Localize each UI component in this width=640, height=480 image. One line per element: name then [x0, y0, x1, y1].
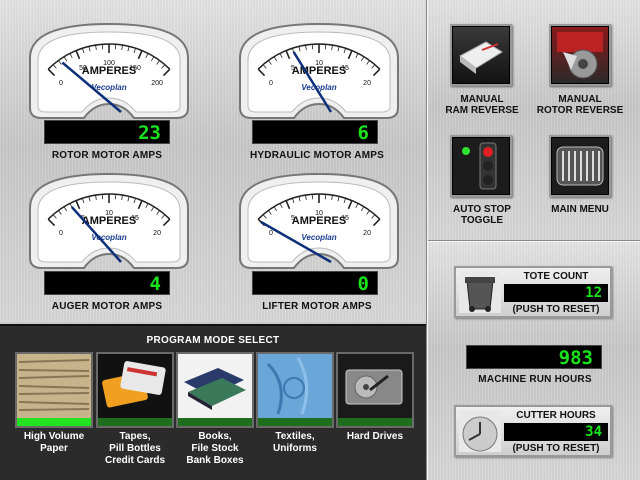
mode-hard-drives-caption: Hard Drives: [346, 431, 404, 442]
mode-high-volume-paper-button[interactable]: [15, 352, 93, 428]
auger-motor-amps-readout: 4: [44, 271, 170, 295]
textile-icon: [258, 354, 332, 418]
rotor-motor-amps-caption: ROTOR MOTOR AMPS: [51, 150, 163, 161]
lifter-motor-amps-gauge: 0 5 10 15 20 AMPERES Vecoplan: [234, 170, 404, 275]
auto-stop-toggle-button[interactable]: [450, 135, 512, 197]
tote-bin-icon: [459, 271, 501, 313]
mode-textiles-uniforms-caption: Textiles, Uniforms: [273, 431, 317, 454]
rotor-motor-amps-readout: 23: [44, 120, 170, 144]
mode-textiles-uniforms-button[interactable]: [256, 352, 334, 428]
mode-tapes-cards-button[interactable]: [96, 352, 174, 428]
hard-drive-icon: [338, 354, 412, 418]
rotor-icon: [557, 32, 603, 79]
gauge-unit-label: AMPERES: [82, 65, 136, 77]
clock-icon: [459, 410, 501, 452]
ram-icon: [459, 41, 503, 74]
hydraulic-motor-amps-readout: 6: [252, 120, 378, 144]
tote-count-reset-hint: (PUSH TO RESET): [512, 304, 600, 315]
books-icon: [178, 354, 252, 418]
cutter-hours-reset-button[interactable]: CUTTER HOURS 34 (PUSH TO RESET): [454, 405, 612, 457]
gauge-scale-label: 0: [59, 80, 63, 87]
gauge-scale-label: 0: [269, 230, 273, 237]
main-menu-button[interactable]: [549, 135, 611, 197]
vecoplan-logo: Vecoplan: [301, 233, 336, 242]
traffic-light-icon: [462, 142, 497, 190]
manual-rotor-reverse-caption: MANUAL ROTOR REVERSE: [536, 94, 624, 116]
gauge-unit-label: AMPERES: [82, 215, 136, 227]
lifter-motor-amps-caption: LIFTER MOTOR AMPS: [262, 301, 372, 312]
mode-inactive-indicator: [178, 418, 252, 426]
cutter-hours-title: CUTTER HOURS: [516, 410, 596, 421]
auto-stop-toggle-caption: AUTO STOP TOGGLE: [453, 204, 511, 226]
program-mode-title: PROGRAM MODE SELECT: [146, 335, 280, 346]
tote-count-reset-button[interactable]: TOTE COUNT 12 (PUSH TO RESET): [454, 266, 612, 318]
cutter-hours-reset-hint: (PUSH TO RESET): [512, 443, 600, 454]
gauge-scale-label: 200: [151, 80, 163, 87]
manual-ram-reverse-button[interactable]: [450, 24, 512, 86]
manual-rotor-reverse-button[interactable]: [549, 24, 611, 86]
mode-tapes-cards-caption: Tapes, Pill Bottles Credit Cards: [104, 431, 165, 466]
gauge-unit-label: AMPERES: [292, 215, 346, 227]
tote-count-title: TOTE COUNT: [523, 271, 589, 282]
cutter-hours-readout: 34: [504, 423, 608, 441]
rotor-motor-amps-gauge: 0 50 100 150 200 AMPERES Vecoplan: [24, 20, 194, 125]
lifter-motor-amps-readout: 0: [252, 271, 378, 295]
program-mode-panel: PROGRAM MODE SELECT High Volume Paper Tap…: [0, 324, 426, 480]
mode-books-boxes-caption: Books, File Stock Bank Boxes: [186, 431, 244, 466]
tote-count-readout: 12: [504, 284, 608, 302]
horizontal-divider: [428, 240, 640, 242]
main-menu-caption: MAIN MENU: [551, 204, 609, 215]
hydraulic-motor-amps-gauge: 0 5 10 15 20 AMPERES Vecoplan: [234, 20, 404, 125]
manual-ram-reverse-caption: MANUAL RAM REVERSE: [445, 94, 519, 116]
grille-icon: [556, 146, 604, 186]
credit-card-icon: [98, 354, 172, 418]
mode-inactive-indicator: [338, 418, 412, 426]
auger-motor-amps-caption: AUGER MOTOR AMPS: [51, 301, 163, 312]
gauge-unit-label: AMPERES: [292, 65, 346, 77]
gauge-scale-label: 20: [153, 230, 161, 237]
mode-high-volume-paper-caption: High Volume Paper: [23, 431, 85, 454]
mode-active-indicator: [17, 418, 91, 426]
hydraulic-motor-amps-caption: HYDRAULIC MOTOR AMPS: [250, 150, 384, 161]
gauge-scale-label: 20: [363, 80, 371, 87]
mode-inactive-indicator: [258, 418, 332, 426]
machine-run-hours-caption: MACHINE RUN HOURS: [478, 374, 592, 385]
mode-books-boxes-button[interactable]: [176, 352, 254, 428]
machine-run-hours-readout: 983: [466, 345, 602, 369]
mode-hard-drives-button[interactable]: [336, 352, 414, 428]
gauge-scale-label: 20: [363, 230, 371, 237]
paper-stack-icon: [17, 354, 91, 418]
gauge-scale-label: 0: [59, 230, 63, 237]
gauge-scale-label: 0: [269, 80, 273, 87]
mode-inactive-indicator: [98, 418, 172, 426]
auger-motor-amps-gauge: 05101520AMPERESVecoplan: [24, 170, 194, 275]
